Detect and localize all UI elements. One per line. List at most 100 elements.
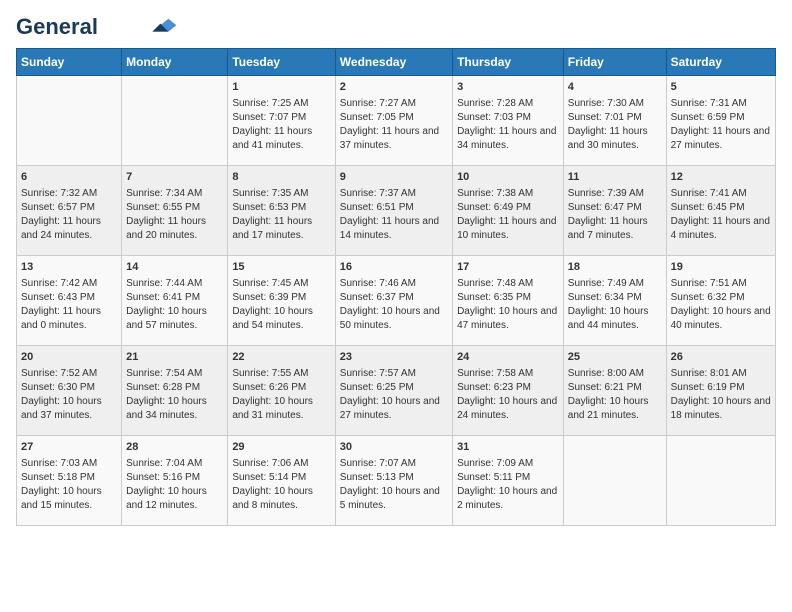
calendar-cell: 3Sunrise: 7:28 AM Sunset: 7:03 PM Daylig… xyxy=(453,76,564,166)
day-info: Sunrise: 7:52 AM Sunset: 6:30 PM Dayligh… xyxy=(21,367,117,423)
day-info: Sunrise: 7:45 AM Sunset: 6:39 PM Dayligh… xyxy=(232,277,330,333)
calendar-cell: 25 Sunrise: 8:00 AM Sunset: 6:21 PM Dayli… xyxy=(563,346,666,436)
day-info: Sunrise: 7:07 AM Sunset: 5:13 PM Dayligh… xyxy=(340,457,448,513)
day-number: 2 xyxy=(340,80,448,95)
calendar-week-row: 6 Sunrise: 7:32 AM Sunset: 6:57 PM Daylig… xyxy=(17,166,776,256)
calendar-cell: 8 Sunrise: 7:35 AM Sunset: 6:53 PM Daylig… xyxy=(228,166,335,256)
day-number: 17 xyxy=(457,260,559,275)
day-number: 6 xyxy=(21,170,117,185)
day-info: Sunrise: 7:35 AM Sunset: 6:53 PM Dayligh… xyxy=(232,187,330,243)
day-info: Sunrise: 7:55 AM Sunset: 6:26 PM Dayligh… xyxy=(232,367,330,423)
day-number: 14 xyxy=(126,260,223,275)
calendar-cell: 26 Sunrise: 8:01 AM Sunset: 6:19 PM Dayli… xyxy=(666,346,775,436)
day-info: Sunrise: 8:00 AM Sunset: 6:21 PM Dayligh… xyxy=(568,367,662,423)
day-info: Sunrise: 7:32 AM Sunset: 6:57 PM Dayligh… xyxy=(21,187,117,243)
day-number: 7 xyxy=(126,170,223,185)
day-number: 23 xyxy=(340,350,448,365)
day-number: 18 xyxy=(568,260,662,275)
day-number: 27 xyxy=(21,440,117,455)
day-number: 22 xyxy=(232,350,330,365)
calendar-cell: 16Sunrise: 7:46 AM Sunset: 6:37 PM Dayli… xyxy=(335,256,452,346)
day-info: Sunrise: 7:25 AM Sunset: 7:07 PM Dayligh… xyxy=(232,97,330,153)
calendar-cell xyxy=(666,436,775,526)
calendar-cell: 24 Sunrise: 7:58 AM Sunset: 6:23 PM Dayli… xyxy=(453,346,564,436)
calendar-cell: 28 Sunrise: 7:04 AM Sunset: 5:16 PM Dayli… xyxy=(122,436,228,526)
day-number: 8 xyxy=(232,170,330,185)
day-number: 20 xyxy=(21,350,117,365)
calendar-cell: 17 Sunrise: 7:48 AM Sunset: 6:35 PM Dayli… xyxy=(453,256,564,346)
day-info: Sunrise: 7:38 AM Sunset: 6:49 PM Dayligh… xyxy=(457,187,559,243)
day-info: Sunrise: 7:41 AM Sunset: 6:45 PM Dayligh… xyxy=(671,187,771,243)
day-info: Sunrise: 7:58 AM Sunset: 6:23 PM Dayligh… xyxy=(457,367,559,423)
day-number: 25 xyxy=(568,350,662,365)
day-info: Sunrise: 7:09 AM Sunset: 5:11 PM Dayligh… xyxy=(457,457,559,513)
calendar-cell: 30 Sunrise: 7:07 AM Sunset: 5:13 PM Dayli… xyxy=(335,436,452,526)
calendar-cell: 31 Sunrise: 7:09 AM Sunset: 5:11 PM Dayli… xyxy=(453,436,564,526)
calendar-table: SundayMondayTuesdayWednesdayThursdayFrid… xyxy=(16,48,776,526)
day-info: Sunrise: 7:37 AM Sunset: 6:51 PM Dayligh… xyxy=(340,187,448,243)
calendar-cell: 27Sunrise: 7:03 AM Sunset: 5:18 PM Dayli… xyxy=(17,436,122,526)
calendar-cell: 19 Sunrise: 7:51 AM Sunset: 6:32 PM Dayli… xyxy=(666,256,775,346)
day-number: 5 xyxy=(671,80,771,95)
calendar-cell: 22 Sunrise: 7:55 AM Sunset: 6:26 PM Dayli… xyxy=(228,346,335,436)
calendar-week-row: 27Sunrise: 7:03 AM Sunset: 5:18 PM Dayli… xyxy=(17,436,776,526)
day-number: 16 xyxy=(340,260,448,275)
calendar-cell: 5 Sunrise: 7:31 AM Sunset: 6:59 PM Daylig… xyxy=(666,76,775,166)
header-saturday: Saturday xyxy=(666,49,775,76)
day-info: Sunrise: 7:51 AM Sunset: 6:32 PM Dayligh… xyxy=(671,277,771,333)
header-monday: Monday xyxy=(122,49,228,76)
calendar-cell: 23 Sunrise: 7:57 AM Sunset: 6:25 PM Dayli… xyxy=(335,346,452,436)
day-info: Sunrise: 7:49 AM Sunset: 6:34 PM Dayligh… xyxy=(568,277,662,333)
day-info: Sunrise: 7:27 AM Sunset: 7:05 PM Dayligh… xyxy=(340,97,448,153)
calendar-cell: 11Sunrise: 7:39 AM Sunset: 6:47 PM Dayli… xyxy=(563,166,666,256)
calendar-cell: 21 Sunrise: 7:54 AM Sunset: 6:28 PM Dayli… xyxy=(122,346,228,436)
calendar-cell xyxy=(122,76,228,166)
calendar-cell: 14Sunrise: 7:44 AM Sunset: 6:41 PM Dayli… xyxy=(122,256,228,346)
day-number: 28 xyxy=(126,440,223,455)
header-sunday: Sunday xyxy=(17,49,122,76)
day-info: Sunrise: 7:57 AM Sunset: 6:25 PM Dayligh… xyxy=(340,367,448,423)
day-number: 26 xyxy=(671,350,771,365)
day-info: Sunrise: 7:30 AM Sunset: 7:01 PM Dayligh… xyxy=(568,97,662,153)
calendar-cell: 6 Sunrise: 7:32 AM Sunset: 6:57 PM Daylig… xyxy=(17,166,122,256)
calendar-cell xyxy=(17,76,122,166)
calendar-cell: 18 Sunrise: 7:49 AM Sunset: 6:34 PM Dayli… xyxy=(563,256,666,346)
day-info: Sunrise: 7:54 AM Sunset: 6:28 PM Dayligh… xyxy=(126,367,223,423)
day-info: Sunrise: 7:42 AM Sunset: 6:43 PM Dayligh… xyxy=(21,277,117,333)
day-number: 24 xyxy=(457,350,559,365)
calendar-cell: 4Sunrise: 7:30 AM Sunset: 7:01 PM Daylig… xyxy=(563,76,666,166)
calendar-cell: 2 Sunrise: 7:27 AM Sunset: 7:05 PM Daylig… xyxy=(335,76,452,166)
header-tuesday: Tuesday xyxy=(228,49,335,76)
day-info: Sunrise: 7:31 AM Sunset: 6:59 PM Dayligh… xyxy=(671,97,771,153)
day-number: 15 xyxy=(232,260,330,275)
calendar-cell: 15 Sunrise: 7:45 AM Sunset: 6:39 PM Dayli… xyxy=(228,256,335,346)
calendar-cell: 12 Sunrise: 7:41 AM Sunset: 6:45 PM Dayli… xyxy=(666,166,775,256)
calendar-week-row: 20 Sunrise: 7:52 AM Sunset: 6:30 PM Dayli… xyxy=(17,346,776,436)
calendar-cell: 29 Sunrise: 7:06 AM Sunset: 5:14 PM Dayli… xyxy=(228,436,335,526)
day-info: Sunrise: 7:28 AM Sunset: 7:03 PM Dayligh… xyxy=(457,97,559,153)
day-number: 1 xyxy=(232,80,330,95)
day-info: Sunrise: 7:48 AM Sunset: 6:35 PM Dayligh… xyxy=(457,277,559,333)
day-number: 9 xyxy=(340,170,448,185)
day-info: Sunrise: 7:34 AM Sunset: 6:55 PM Dayligh… xyxy=(126,187,223,243)
day-number: 30 xyxy=(340,440,448,455)
header-friday: Friday xyxy=(563,49,666,76)
calendar-cell: 10 Sunrise: 7:38 AM Sunset: 6:49 PM Dayli… xyxy=(453,166,564,256)
calendar-week-row: 13 Sunrise: 7:42 AM Sunset: 6:43 PM Dayli… xyxy=(17,256,776,346)
header-thursday: Thursday xyxy=(453,49,564,76)
calendar-cell: 1 Sunrise: 7:25 AM Sunset: 7:07 PM Daylig… xyxy=(228,76,335,166)
day-info: Sunrise: 7:06 AM Sunset: 5:14 PM Dayligh… xyxy=(232,457,330,513)
day-number: 10 xyxy=(457,170,559,185)
day-info: Sunrise: 7:04 AM Sunset: 5:16 PM Dayligh… xyxy=(126,457,223,513)
calendar-cell: 13 Sunrise: 7:42 AM Sunset: 6:43 PM Dayli… xyxy=(17,256,122,346)
day-number: 21 xyxy=(126,350,223,365)
day-info: Sunrise: 8:01 AM Sunset: 6:19 PM Dayligh… xyxy=(671,367,771,423)
day-number: 29 xyxy=(232,440,330,455)
day-number: 12 xyxy=(671,170,771,185)
logo-icon xyxy=(146,17,178,35)
day-number: 19 xyxy=(671,260,771,275)
header-wednesday: Wednesday xyxy=(335,49,452,76)
day-number: 13 xyxy=(21,260,117,275)
logo: General xyxy=(16,16,178,38)
day-number: 31 xyxy=(457,440,559,455)
